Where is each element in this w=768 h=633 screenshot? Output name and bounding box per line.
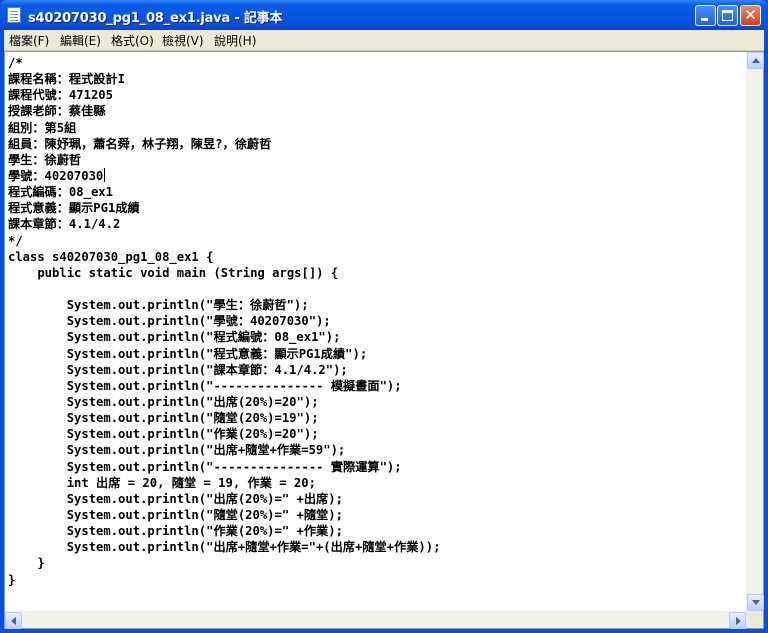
vertical-scrollbar[interactable]	[746, 52, 764, 611]
menu-file[interactable]: 檔案(F)	[9, 32, 49, 49]
menu-bar: 檔案(F) 編輯(E) 格式(O) 檢視(V) 說明(H)	[4, 30, 764, 51]
code-line[interactable]: 組別：第5組	[8, 120, 743, 136]
minimize-icon	[701, 18, 708, 21]
scroll-right-button[interactable]	[729, 612, 746, 629]
code-line[interactable]: System.out.println("隨堂(20%)=19");	[8, 410, 743, 426]
menu-edit[interactable]: 編輯(E)	[60, 32, 101, 49]
code-line[interactable]: System.out.println("出席(20%)=" +出席);	[8, 491, 743, 507]
code-text[interactable]: /* 課程名稱：程式設計I 課程代號：471205 授課老師：蔡佳縣 組別：第5組 組員：…	[8, 55, 743, 610]
menu-format[interactable]: 格式(O)	[111, 32, 154, 49]
code-line[interactable]: 課程代號：471205	[8, 87, 743, 103]
close-icon: ✕	[744, 6, 757, 24]
maximize-icon	[722, 10, 733, 21]
arrow-left-icon	[11, 617, 16, 625]
code-line[interactable]: */	[8, 233, 743, 249]
menu-help[interactable]: 說明(H)	[214, 32, 256, 49]
menu-view[interactable]: 檢視(V)	[162, 32, 204, 49]
code-line[interactable]: System.out.println("學生：徐蔚哲");	[8, 297, 743, 313]
code-line[interactable]: System.out.println("出席(20%)=20");	[8, 394, 743, 410]
notepad-window: s40207030_pg1_08_ex1.java - 記事本 ✕ 檔案(F) …	[0, 0, 768, 633]
code-line[interactable]: System.out.println("出席+隨堂+作業="+(出席+隨堂+作業…	[8, 539, 743, 555]
code-line[interactable]: System.out.println("--------------- 模擬畫面…	[8, 378, 743, 394]
close-button[interactable]: ✕	[740, 5, 761, 26]
code-line[interactable]: public static void main (String args[]) …	[8, 265, 743, 281]
code-line[interactable]	[8, 281, 743, 297]
code-line[interactable]: System.out.println("作業(20%)=" +作業);	[8, 523, 743, 539]
code-line[interactable]: 程式編碼：08_ex1	[8, 184, 743, 200]
arrow-down-icon	[752, 600, 760, 605]
code-line[interactable]: System.out.println("學號：40207030");	[8, 313, 743, 329]
size-grip-corner	[746, 611, 763, 628]
horizontal-scrollbar[interactable]	[5, 611, 746, 629]
code-line[interactable]: 學號：40207030	[8, 167, 743, 184]
code-line[interactable]: }	[8, 555, 743, 571]
code-line[interactable]: 課本章節：4.1/4.2	[8, 216, 743, 232]
window-client-area: 檔案(F) 編輯(E) 格式(O) 檢視(V) 說明(H) /* 課程名稱：程式設…	[4, 30, 764, 629]
code-line[interactable]: 學生：徐蔚哲	[8, 152, 743, 168]
text-caret	[104, 167, 106, 182]
code-line[interactable]: 程式意義：顯示PG1成績	[8, 200, 743, 216]
scroll-left-button[interactable]	[5, 612, 22, 629]
code-line[interactable]: class s40207030_pg1_08_ex1 {	[8, 249, 743, 265]
scroll-up-button[interactable]	[747, 52, 764, 69]
code-line[interactable]: System.out.println("程式編號：08_ex1");	[8, 329, 743, 345]
code-line[interactable]: System.out.println("隨堂(20%)=" +隨堂);	[8, 507, 743, 523]
title-bar[interactable]: s40207030_pg1_08_ex1.java - 記事本 ✕	[0, 0, 768, 30]
arrow-right-icon	[736, 617, 741, 625]
code-line[interactable]: 組員：陳妤珮，蕭名舜，林子翔，陳昱?，徐蔚哲	[8, 136, 743, 152]
maximize-button[interactable]	[717, 5, 738, 26]
arrow-up-icon	[752, 58, 760, 63]
code-line[interactable]: System.out.println("--------------- 實際運算…	[8, 459, 743, 475]
code-line[interactable]: System.out.println("程式意義：顯示PG1成績");	[8, 346, 743, 362]
code-line[interactable]: System.out.println("課本章節：4.1/4.2");	[8, 362, 743, 378]
code-line[interactable]: }	[8, 572, 743, 588]
code-line[interactable]: /*	[8, 55, 743, 71]
notepad-icon[interactable]	[7, 7, 21, 23]
code-line[interactable]: 授課老師：蔡佳縣	[8, 103, 743, 119]
code-line[interactable]: int 出席 = 20, 隨堂 = 19, 作業 = 20;	[8, 475, 743, 491]
code-line[interactable]: 課程名稱：程式設計I	[8, 71, 743, 87]
minimize-button[interactable]	[695, 5, 716, 26]
window-title: s40207030_pg1_08_ex1.java - 記事本	[28, 11, 283, 26]
code-line[interactable]: System.out.println("作業(20%)=20");	[8, 426, 743, 442]
text-editor-area[interactable]: /* 課程名稱：程式設計I 課程代號：471205 授課老師：蔡佳縣 組別：第5組 組員：…	[4, 51, 764, 629]
scroll-down-button[interactable]	[747, 594, 764, 611]
code-line[interactable]: System.out.println("出席+隨堂+作業=59");	[8, 442, 743, 458]
